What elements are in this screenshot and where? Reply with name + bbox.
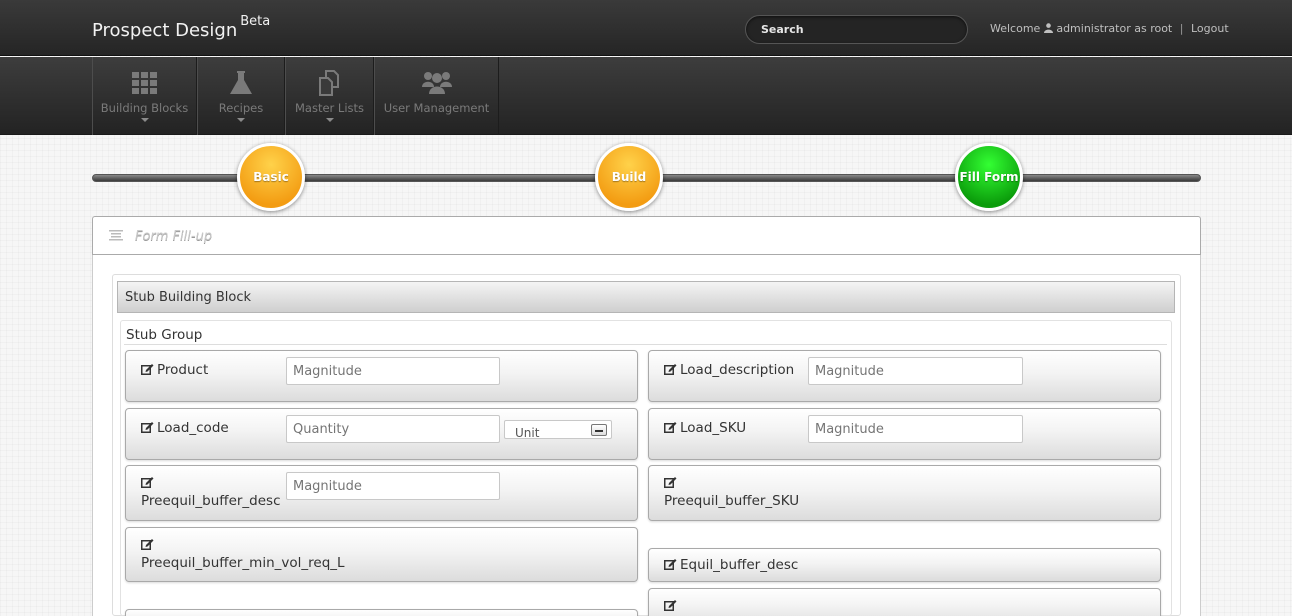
edit-icon <box>664 364 677 375</box>
panel-header: Form Fill-up <box>92 216 1201 255</box>
product-magnitude-input[interactable] <box>286 357 500 385</box>
welcome-text: Welcome <box>990 22 1041 35</box>
field-label: Load_SKU <box>664 419 746 437</box>
user-welcome: Welcome administrator as root | Logout <box>990 22 1229 35</box>
caret-down-icon <box>325 118 334 122</box>
field-label-text: Preequil_buffer_desc <box>141 493 281 509</box>
nav-label: Master Lists <box>294 101 365 115</box>
field-label: Load_code <box>141 419 229 437</box>
field-preequil-buffer-sku: Preequil_buffer_SKU <box>648 465 1161 521</box>
wizard-step-build[interactable]: Build <box>595 143 663 211</box>
field-load-sku: Load_SKU <box>648 408 1161 460</box>
nav-label: Recipes <box>218 101 264 115</box>
field-label-text: Load_code <box>157 420 229 436</box>
wizard-step-basic[interactable]: Basic <box>237 143 305 211</box>
group-divider <box>124 344 1167 345</box>
users-icon <box>421 72 452 94</box>
building-block-header: Stub Building Block <box>117 281 1175 313</box>
field-label-text: Product <box>157 362 209 378</box>
top-bar: Prospect DesignBeta Welcome administrato… <box>0 0 1292 56</box>
field-label-text: Load_description <box>680 362 795 378</box>
field-label: Load_description <box>664 361 794 379</box>
edit-icon <box>664 477 677 488</box>
field-load-code: Load_code Unit <box>125 408 638 460</box>
edit-icon <box>141 364 154 375</box>
group-title: Stub Group <box>126 327 203 343</box>
nav-building-blocks[interactable]: Building Blocks <box>92 57 197 135</box>
caret-down-icon <box>140 118 149 122</box>
field-label-text: Preequil_buffer_min_vol_req_L <box>141 555 345 571</box>
field-label-text: Equil_buffer_desc <box>680 557 799 573</box>
panel-title: Form Fill-up <box>135 229 213 244</box>
edit-icon <box>664 600 677 611</box>
wizard-step-fill-form[interactable]: Fill Form <box>955 143 1023 211</box>
field-label: Preequil_buffer_SKU <box>664 474 799 510</box>
user-icon <box>1043 23 1053 33</box>
preequil-buffer-desc-magnitude-input[interactable] <box>286 472 500 500</box>
edit-icon <box>664 422 677 433</box>
field-label: Product <box>141 361 208 379</box>
nav-master-lists[interactable]: Master Lists <box>285 57 374 135</box>
load-description-magnitude-input[interactable] <box>808 357 1023 385</box>
field-label: Preequil_buffer_min_vol_req_L <box>141 536 345 572</box>
field-label-text: Preequil_buffer_SKU <box>664 493 800 509</box>
main-navbar: Building Blocks Recipes Master Lists Use… <box>0 57 1292 135</box>
field-partial <box>648 588 1161 616</box>
app-brand[interactable]: Prospect Design Beta <box>92 14 270 41</box>
user-name: administrator as root <box>1056 22 1173 35</box>
grid-icon <box>131 72 157 94</box>
list-icon <box>109 230 123 241</box>
unit-select-value: Unit <box>515 426 540 439</box>
field-preequil-buffer-desc: Preequil_buffer_desc <box>125 465 638 521</box>
nav-label: Building Blocks <box>100 101 189 115</box>
field-product: Product <box>125 350 638 402</box>
load-sku-magnitude-input[interactable] <box>808 415 1023 443</box>
separator: | <box>1179 22 1184 35</box>
field-equil-buffer-desc: Equil_buffer_desc <box>648 548 1161 582</box>
field-label: Equil_buffer_desc <box>664 556 798 574</box>
logout-link[interactable]: Logout <box>1191 22 1229 35</box>
nav-user-management[interactable]: User Management <box>374 57 499 135</box>
load-code-quantity-input[interactable] <box>286 415 500 443</box>
field-label <box>664 597 680 615</box>
field-load-description: Load_description <box>648 350 1161 402</box>
caret-down-icon <box>237 118 245 122</box>
edit-icon <box>141 477 154 488</box>
edit-icon <box>141 539 154 550</box>
documents-icon <box>318 70 339 96</box>
beta-badge: Beta <box>240 14 271 29</box>
field-preequil-buffer-min-vol-req-l: Preequil_buffer_min_vol_req_L <box>125 527 638 582</box>
flask-icon <box>230 71 252 94</box>
nav-label: User Management <box>383 101 490 115</box>
load-code-unit-select[interactable]: Unit <box>504 420 612 439</box>
field-label-text: Load_SKU <box>680 420 747 436</box>
app-title[interactable]: Prospect Design <box>92 20 237 41</box>
dropdown-icon[interactable] <box>591 424 607 436</box>
field-partial <box>125 609 638 616</box>
edit-icon <box>141 422 154 433</box>
search-input[interactable] <box>745 15 968 44</box>
field-label: Preequil_buffer_desc <box>141 474 281 510</box>
edit-icon <box>664 559 677 570</box>
nav-recipes[interactable]: Recipes <box>197 57 285 135</box>
